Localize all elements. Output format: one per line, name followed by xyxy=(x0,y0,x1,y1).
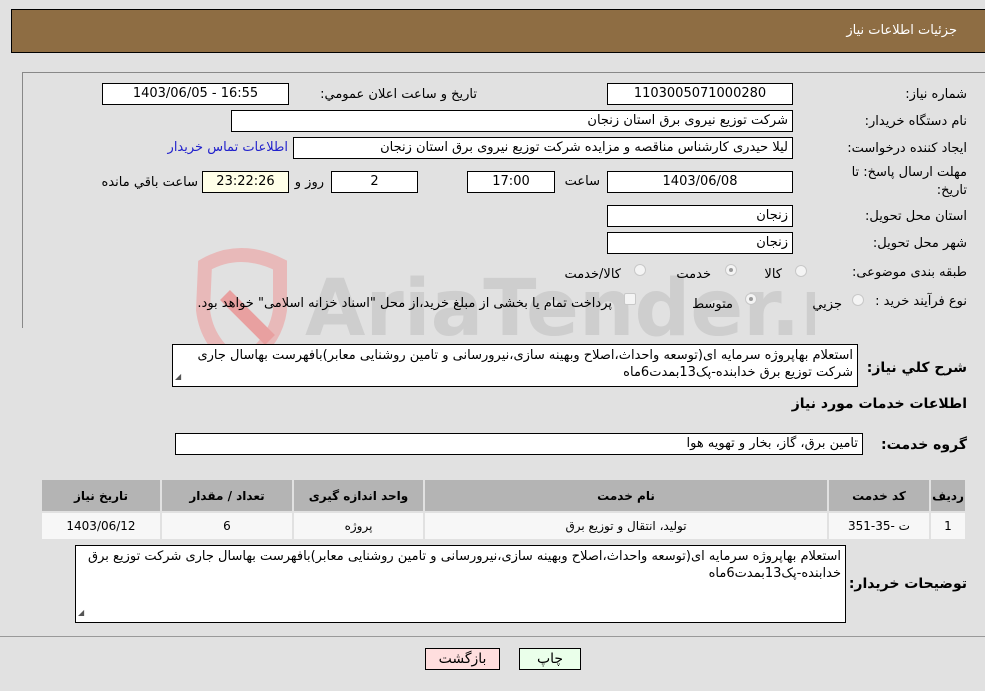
buyer-notes-text: استعلام بهاپروژه سرمایه ای(توسعه واحداث،… xyxy=(88,549,841,581)
cell-unit: پروژه xyxy=(292,511,425,541)
creator-field: لیلا حیدری کارشناس مناقصه و مزایده شرکت … xyxy=(293,137,793,159)
process-option-minor: جزيي xyxy=(812,297,842,312)
divider xyxy=(0,636,985,637)
buyer-contact-link[interactable]: اطلاعات تماس خریدار xyxy=(168,140,288,155)
deadline-time-field: 17:00 xyxy=(467,171,555,193)
category-option-goods-service: کالا/خدمت xyxy=(564,267,621,282)
category-radio-service[interactable] xyxy=(725,264,737,276)
category-radio-goods[interactable] xyxy=(795,265,807,277)
cell-quantity: 6 xyxy=(160,511,294,541)
days-remaining-field: 2 xyxy=(331,171,418,193)
col-header-service-name: نام خدمت xyxy=(423,478,829,513)
announce-field: 1403/06/05 - 16:55 xyxy=(102,83,289,105)
description-field[interactable]: استعلام بهاپروژه سرمایه ای(توسعه واحداث،… xyxy=(172,344,858,387)
province-field: زنجان xyxy=(607,205,793,227)
print-button[interactable]: چاپ xyxy=(519,648,581,670)
buyer-notes-label: توضیحات خریدار: xyxy=(848,576,967,592)
services-section-title: اطلاعات خدمات مورد نياز xyxy=(791,396,967,412)
resize-grip-icon[interactable]: ◢ xyxy=(78,604,84,621)
treasury-note: پرداخت تمام یا بخشی از مبلغ خرید،از محل … xyxy=(197,296,612,311)
services-table: ردیف کد خدمت نام خدمت واحد اندازه گیری ت… xyxy=(40,478,967,541)
service-group-field: تامین برق، گاز، بخار و تهویه هوا xyxy=(175,433,863,455)
col-header-unit: واحد اندازه گیری xyxy=(292,478,425,513)
province-label: استان محل تحویل: xyxy=(865,209,967,224)
col-header-need-date: تاریخ نیاز xyxy=(40,478,162,513)
buyer-org-field: شرکت توزیع نیروی برق استان زنجان xyxy=(231,110,793,132)
deadline-date-field: 1403/06/08 xyxy=(607,171,793,193)
description-text: استعلام بهاپروژه سرمایه ای(توسعه واحداث،… xyxy=(197,348,853,380)
category-option-service: خدمت xyxy=(676,267,711,282)
category-option-goods: کالا xyxy=(764,267,782,282)
process-radio-medium[interactable] xyxy=(745,293,757,305)
cell-service-code: ت -35-351 xyxy=(827,511,931,541)
col-header-service-code: کد خدمت xyxy=(827,478,931,513)
col-header-quantity: تعداد / مقدار xyxy=(160,478,294,513)
deadline-time-label: ساعت xyxy=(564,174,600,189)
page-title: جزئیات اطلاعات نیاز xyxy=(846,23,957,38)
table-header-row: ردیف کد خدمت نام خدمت واحد اندازه گیری ت… xyxy=(40,478,967,513)
days-label: روز و xyxy=(294,175,324,190)
deadline-label: مهلت ارسال پاسخ: تا تاریخ: xyxy=(851,165,967,198)
need-number-label: شماره نیاز: xyxy=(905,87,967,102)
category-label: طبقه بندی موضوعی: xyxy=(851,265,967,280)
time-remaining-field: 23:22:26 xyxy=(202,171,289,193)
announce-label: تاریخ و ساعت اعلان عمومي: xyxy=(320,87,477,102)
process-radio-minor[interactable] xyxy=(852,294,864,306)
page-header: جزئیات اطلاعات نیاز xyxy=(11,9,985,53)
buyer-org-label: نام دستگاه خریدار: xyxy=(864,114,967,129)
cell-row-number: 1 xyxy=(929,511,967,541)
description-label: شرح کلي نياز: xyxy=(866,360,967,376)
back-button[interactable]: بازگشت xyxy=(425,648,500,670)
city-field: زنجان xyxy=(607,232,793,254)
service-group-label: گروه خدمت: xyxy=(881,437,967,453)
process-label: نوع فرآیند خرید : xyxy=(875,294,967,309)
col-header-row-number: ردیف xyxy=(929,478,967,513)
table-row: 1 ت -35-351 تولید، انتقال و توزیع برق پر… xyxy=(40,511,967,541)
resize-grip-icon[interactable]: ◢ xyxy=(175,368,181,385)
creator-label: ایجاد کننده درخواست: xyxy=(847,141,967,156)
need-number-field: 1103005071000280 xyxy=(607,83,793,105)
city-label: شهر محل تحویل: xyxy=(872,236,967,251)
process-option-medium: متوسط xyxy=(692,297,733,312)
remaining-label: ساعت باقي مانده xyxy=(101,175,198,190)
buyer-notes-field[interactable]: استعلام بهاپروژه سرمایه ای(توسعه واحداث،… xyxy=(75,545,846,623)
cell-service-name: تولید، انتقال و توزیع برق xyxy=(423,511,829,541)
cell-need-date: 1403/06/12 xyxy=(40,511,162,541)
category-radio-goods-service[interactable] xyxy=(634,264,646,276)
treasury-checkbox[interactable] xyxy=(624,293,636,305)
